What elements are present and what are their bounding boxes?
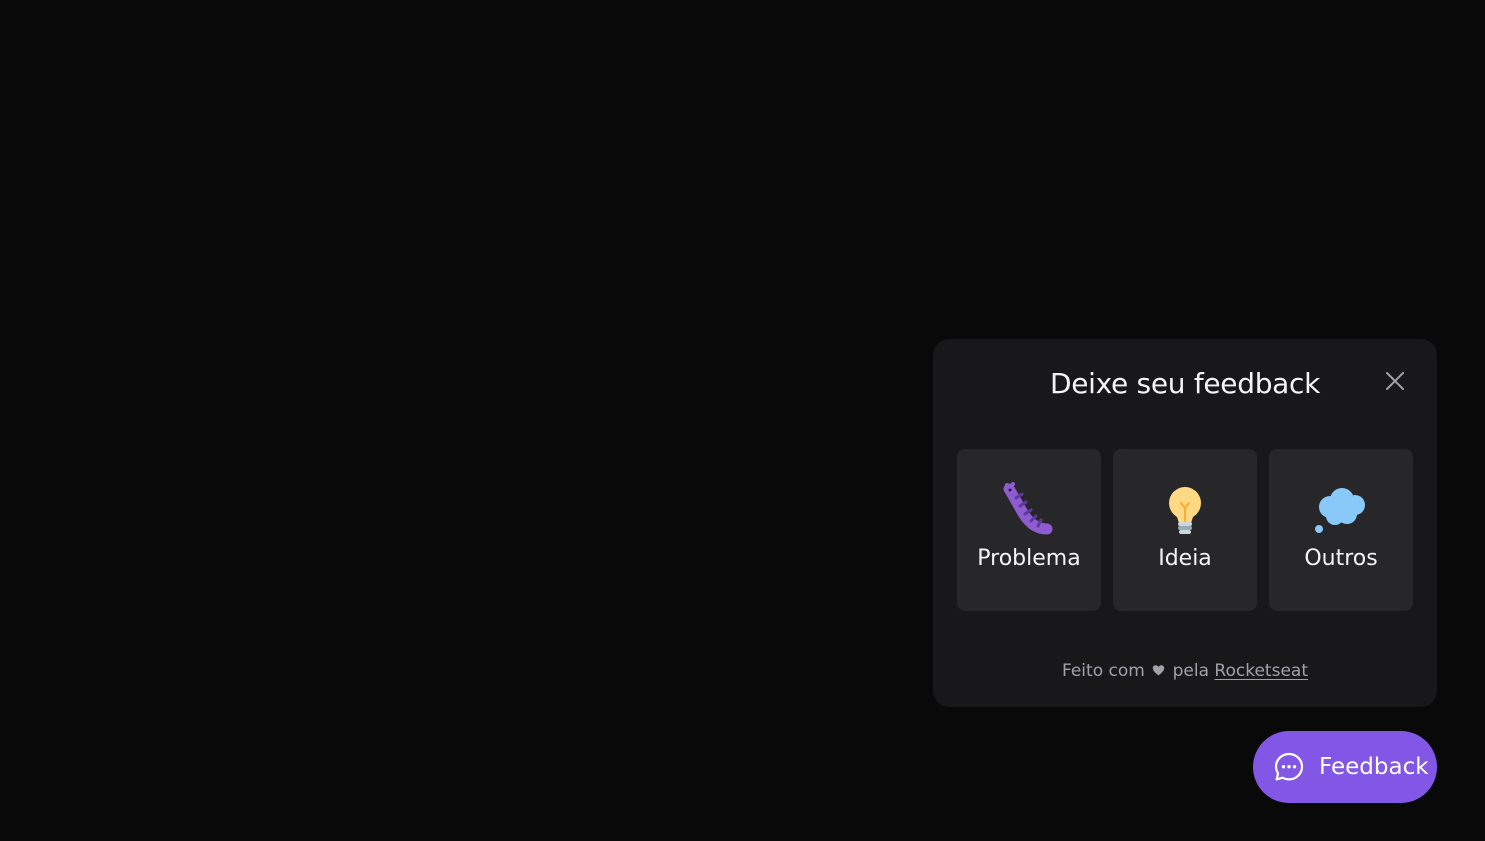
feedback-button[interactable]: Feedback [1253, 731, 1437, 803]
lightbulb-icon [1169, 487, 1201, 534]
widget-title: Deixe seu feedback [1049, 367, 1321, 400]
close-icon[interactable] [1383, 369, 1407, 393]
option-outros[interactable]: Outros [1269, 449, 1413, 611]
option-label: Ideia [1158, 546, 1212, 571]
feedback-type-options: Problema Ideia Outros [957, 449, 1413, 611]
heart-icon [1153, 665, 1165, 676]
footer-credit: Feito com pela Rocketseat [933, 660, 1437, 682]
thought-balloon-icon [1315, 488, 1365, 533]
option-problema[interactable]: Problema [957, 449, 1101, 611]
feedback-widget: Deixe seu feedback Problema Ideia Outros… [933, 339, 1437, 707]
feedback-button-label: Feedback [1319, 754, 1429, 780]
option-label: Outros [1304, 546, 1378, 571]
page: Deixe seu feedback Problema Ideia Outros… [0, 0, 1485, 841]
option-label: Problema [977, 546, 1081, 571]
rocketseat-link[interactable]: Rocketseat [1214, 661, 1308, 681]
option-ideia[interactable]: Ideia [1113, 449, 1257, 611]
footer-prefix: Feito com [1062, 661, 1145, 681]
chat-bubble-icon [1274, 752, 1304, 781]
footer-middle: pela [1172, 661, 1210, 681]
bug-icon [1003, 482, 1053, 535]
